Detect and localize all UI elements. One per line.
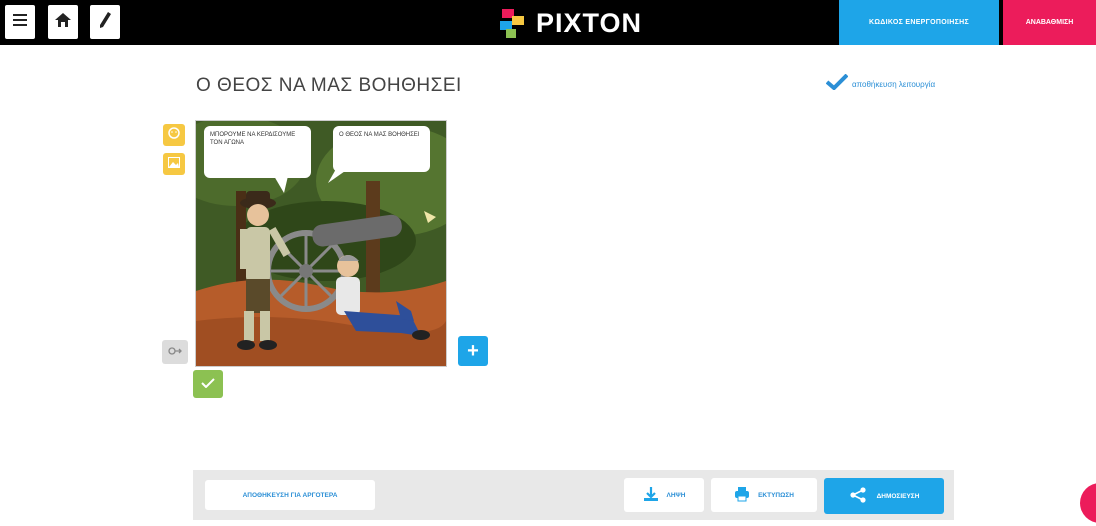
add-panel-button[interactable]: + <box>458 336 488 366</box>
upgrade-button[interactable]: ΑΝΑΒΑΘΜΙΣΗ <box>1003 0 1096 45</box>
speech-bubble-left[interactable]: ΜΠΟΡΟΥΜΕ ΝΑ ΚΕΡΔΙΣΟΥΜΕ ΤΟΝ ΑΓΩΝΑ <box>204 126 311 178</box>
activation-code-button[interactable]: ΚΩΔΙΚΟΣ ΕΝΕΡΓΟΠΟΙΗΣΗΣ <box>839 0 999 45</box>
speech-bubble-right[interactable]: Ο ΘΕΟΣ ΝΑ ΜΑΣ ΒΟΗΘΗΣΕΙ <box>333 126 430 172</box>
top-bar: PIXTON ΚΩΔΙΚΟΣ ΕΝΕΡΓΟΠΟΙΗΣΗΣ ΑΝΑΒΑΘΜΙΣΗ <box>0 0 1096 45</box>
home-button[interactable] <box>48 5 78 39</box>
saved-status-label: αποθήκευση λειτουργία <box>852 80 936 89</box>
share-icon <box>849 487 867 505</box>
print-label: ΕΚΤΥΠΩΣΗ <box>758 491 794 499</box>
download-label: ΛΗΨΗ <box>666 491 686 499</box>
zoom-icon <box>168 343 182 361</box>
pencil-icon <box>99 11 111 33</box>
character-icon <box>168 126 180 144</box>
home-icon <box>55 12 71 32</box>
edit-button[interactable] <box>90 5 120 39</box>
image-icon <box>168 155 180 173</box>
comic-title[interactable]: Ο ΘΕΟΣ ΝΑ ΜΑΣ ΒΟΗΘΗΣΕΙ <box>196 75 462 97</box>
pixton-logo-icon <box>498 7 528 39</box>
zoom-tool-button[interactable] <box>162 340 188 364</box>
comic-panel[interactable]: ΜΠΟΡΟΥΜΕ ΝΑ ΚΕΡΔΙΣΟΥΜΕ ΤΟΝ ΑΓΩΝΑ Ο ΘΕΟΣ … <box>195 120 447 367</box>
saved-status: αποθήκευση λειτουργία <box>825 73 936 95</box>
print-button[interactable]: ΕΚΤΥΠΩΣΗ <box>711 478 817 512</box>
check-icon <box>201 375 215 393</box>
help-chat-button[interactable] <box>1080 483 1096 523</box>
character-tool-button[interactable] <box>163 124 185 146</box>
publish-label: ΔΗΜΟΣΙΕΥΣΗ <box>876 492 920 500</box>
printer-icon <box>734 486 750 504</box>
hamburger-menu-icon <box>13 13 27 31</box>
download-icon <box>643 486 659 504</box>
check-icon <box>825 73 849 95</box>
bottom-toolbar: ΑΠΟΘΗΚΕΥΣΗ ΓΙΑ ΑΡΓΟΤΕΡΑ ΛΗΨΗ ΕΚΤΥΠΩΣΗ ΔΗ… <box>193 470 954 520</box>
publish-button[interactable]: ΔΗΜΟΣΙΕΥΣΗ <box>824 478 944 514</box>
brand-name: PIXTON <box>536 7 643 38</box>
confirm-button[interactable] <box>193 370 223 398</box>
menu-button[interactable] <box>5 5 35 39</box>
save-for-later-button[interactable]: ΑΠΟΘΗΚΕΥΣΗ ΓΙΑ ΑΡΓΟΤΕΡΑ <box>205 480 375 510</box>
download-button[interactable]: ΛΗΨΗ <box>624 478 704 512</box>
pixton-logo[interactable]: PIXTON <box>498 6 642 40</box>
background-tool-button[interactable] <box>163 153 185 175</box>
